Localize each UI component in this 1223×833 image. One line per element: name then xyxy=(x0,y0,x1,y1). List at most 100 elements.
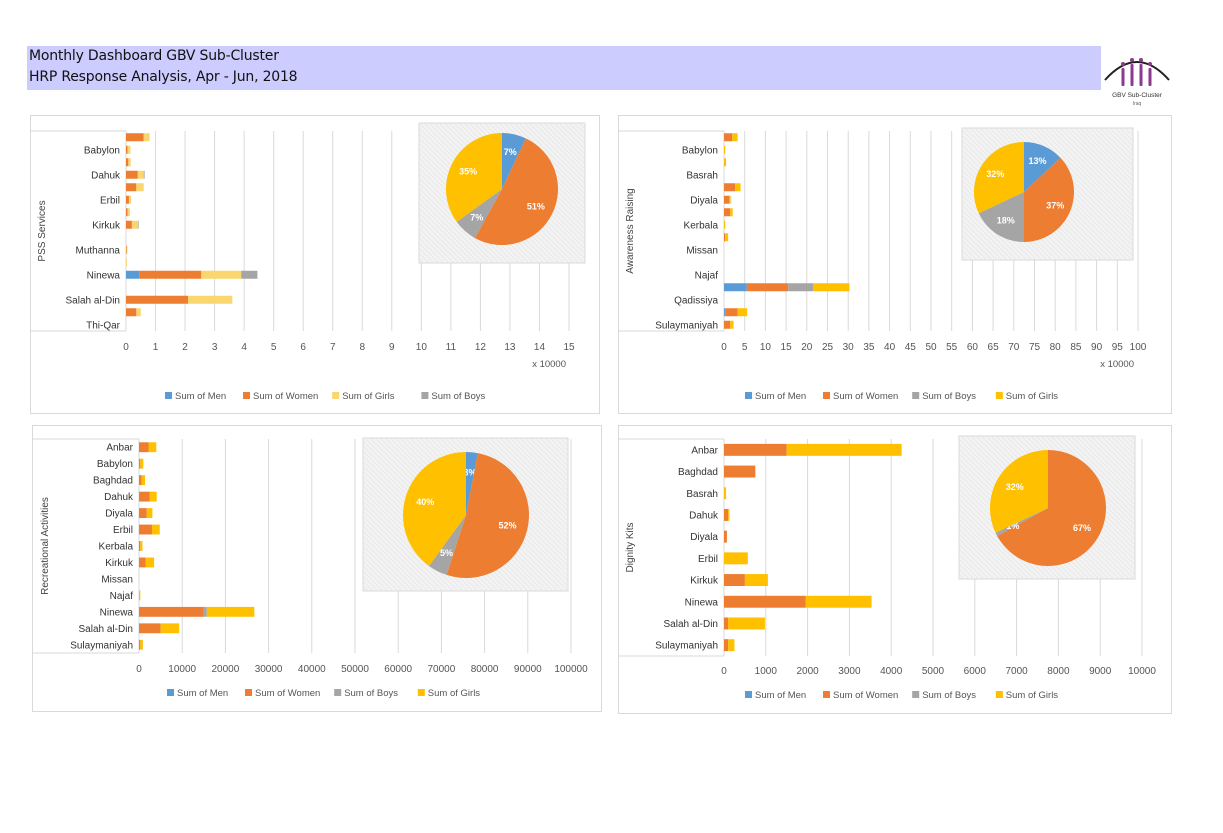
y-axis-title: Dignity Kits xyxy=(625,522,636,572)
bar-segment-sum-of-girls xyxy=(145,557,155,568)
category-label: Erbil xyxy=(698,554,718,565)
awareness-raising-panel: 0 5 10 15 20 25 30 35 40 45 50 55 60 65 70 75 80 85 90 95 10… xyxy=(618,115,1172,414)
recreational-activities-chart: 0 10000 20000 30000 40000 50000 60000 70000 8000… xyxy=(33,437,588,699)
category-label: Qadissiya xyxy=(674,295,718,306)
bar-segment-sum-of-boys xyxy=(137,220,139,229)
pie-data-label: 5% xyxy=(440,548,453,558)
bar-segment-sum-of-girls xyxy=(139,590,141,601)
x-tick-label: 100 xyxy=(1130,342,1147,353)
bar-segment-sum-of-women xyxy=(126,220,132,229)
category-label: Erbil xyxy=(100,195,120,206)
bar-segment-sum-of-girls xyxy=(201,270,242,279)
category-label: Salah al-Din xyxy=(79,624,133,635)
category-label: Erbil xyxy=(113,525,133,536)
bar-segment-sum-of-girls xyxy=(724,552,748,565)
x-tick-label: 9 xyxy=(389,342,395,353)
pie-data-label: 7% xyxy=(504,147,517,157)
category-label: Ninewa xyxy=(87,270,121,281)
bar-segment-sum-of-girls xyxy=(128,195,132,204)
category-label: Diyala xyxy=(105,509,133,520)
bar-segment-sum-of-women xyxy=(724,443,787,456)
x-tick-label: 10000 xyxy=(168,664,196,675)
bar-segment-sum-of-men xyxy=(724,283,747,292)
bar-segment-sum-of-women xyxy=(139,557,146,568)
category-label: Basrah xyxy=(686,170,718,181)
legend-swatch xyxy=(823,691,830,698)
bar-segment-sum-of-women xyxy=(724,233,726,242)
legend-swatch xyxy=(243,392,250,399)
category-label: Sulaymaniyah xyxy=(70,640,133,651)
x-tick-label: 20 xyxy=(801,342,813,353)
bar-segment-sum-of-girls xyxy=(128,158,131,167)
bar-segment-sum-of-women xyxy=(139,623,161,634)
bar-segment-sum-of-girls xyxy=(786,443,902,456)
legend-label: Sum of Boys xyxy=(431,391,485,402)
bar-segment-sum-of-boys xyxy=(788,283,814,292)
x-tick-label: 25 xyxy=(822,342,834,353)
x-tick-label: 2 xyxy=(182,342,188,353)
legend-swatch xyxy=(912,691,920,698)
x-tick-label: 5000 xyxy=(922,666,945,677)
x-tick-label: 15 xyxy=(563,342,575,353)
dashboard-header: Monthly Dashboard GBV Sub-Cluster HRP Re… xyxy=(27,46,1101,90)
bar-segment-sum-of-women xyxy=(725,308,738,317)
x-tick-label: 0 xyxy=(721,342,727,353)
x-tick-label: 100000 xyxy=(554,664,588,675)
dashboard-title: Monthly Dashboard GBV Sub-Cluster xyxy=(29,48,279,64)
legend-label: Sum of Girls xyxy=(1006,391,1059,402)
bar-segment-sum-of-women xyxy=(126,195,129,204)
pss-services-chart: 0 1 2 3 4 5 6 7 8 9 10 11 12 13 14 15BabylonDahukErbilK… xyxy=(31,122,586,402)
bar-segment-sum-of-girls xyxy=(140,639,143,650)
y-axis-title: Awareness Raising xyxy=(625,188,636,273)
pie-data-label: 32% xyxy=(986,169,1004,179)
pie-data-label: 7% xyxy=(470,213,483,223)
category-label: Sulaymaniyah xyxy=(655,320,718,331)
category-label: Diyala xyxy=(690,195,718,206)
x-tick-label: 9000 xyxy=(1089,666,1112,677)
pie-data-label: 32% xyxy=(1006,482,1024,492)
bar-segment-sum-of-women xyxy=(139,508,147,519)
bar-segment-sum-of-women xyxy=(724,639,729,652)
legend-swatch xyxy=(417,689,425,696)
bar-segment-sum-of-women xyxy=(126,308,137,317)
bar-segment-sum-of-women xyxy=(724,617,729,630)
bar-segment-sum-of-boys xyxy=(143,170,145,179)
bar-segment-sum-of-women xyxy=(724,183,736,192)
bar-segment-sum-of-girls xyxy=(724,145,726,154)
bar-segment-sum-of-women xyxy=(139,639,141,650)
x-tick-label: 50 xyxy=(925,342,937,353)
x-tick-label: 3000 xyxy=(838,666,861,677)
x-tick-label: 40 xyxy=(884,342,896,353)
category-label: Diyala xyxy=(690,532,718,543)
x-tick-label: 55 xyxy=(946,342,958,353)
dignity-kits-chart: 0 1000 2000 3000 4000 5000 6000 7000 8000 9000 100… xyxy=(619,435,1156,701)
gbv-logo: GBV Sub-Cluster Iraq xyxy=(1101,50,1173,110)
y-axis-title: Recreational Activities xyxy=(40,497,51,595)
x-tick-label: 2000 xyxy=(796,666,819,677)
x-tick-label: 12 xyxy=(475,342,487,353)
category-label: Sulaymaniyah xyxy=(655,641,718,652)
bar-segment-sum-of-girls xyxy=(149,491,157,502)
bar-segment-sum-of-girls xyxy=(730,208,733,217)
legend-swatch xyxy=(995,392,1003,399)
bar-segment-sum-of-girls xyxy=(126,258,127,267)
bar-segment-sum-of-women xyxy=(139,458,141,469)
bar-segment-sum-of-women xyxy=(724,465,756,478)
category-label: Kirkuk xyxy=(690,576,719,587)
x-tick-label: 45 xyxy=(905,342,917,353)
pss-services-panel: 0 1 2 3 4 5 6 7 8 9 10 11 12 13 14 15 Babylon Dahuk Erbil K… xyxy=(30,115,600,414)
bar-segment-sum-of-girls xyxy=(136,308,141,317)
bar-segment-sum-of-women xyxy=(139,475,142,486)
pie-data-label: 35% xyxy=(459,167,477,177)
bar-segment-sum-of-women xyxy=(126,145,128,154)
x-tick-label: 6000 xyxy=(964,666,987,677)
x-tick-label: 6 xyxy=(300,342,306,353)
legend-swatch xyxy=(165,392,172,399)
bar-segment-sum-of-women xyxy=(724,595,806,608)
x-tick-label: 40000 xyxy=(298,664,326,675)
x-tick-label: 70000 xyxy=(427,664,455,675)
bar-segment-sum-of-women xyxy=(724,530,727,543)
x-tick-label: 8 xyxy=(359,342,365,353)
category-label: Najaf xyxy=(110,591,134,602)
bar-segment-sum-of-girls xyxy=(730,320,734,329)
